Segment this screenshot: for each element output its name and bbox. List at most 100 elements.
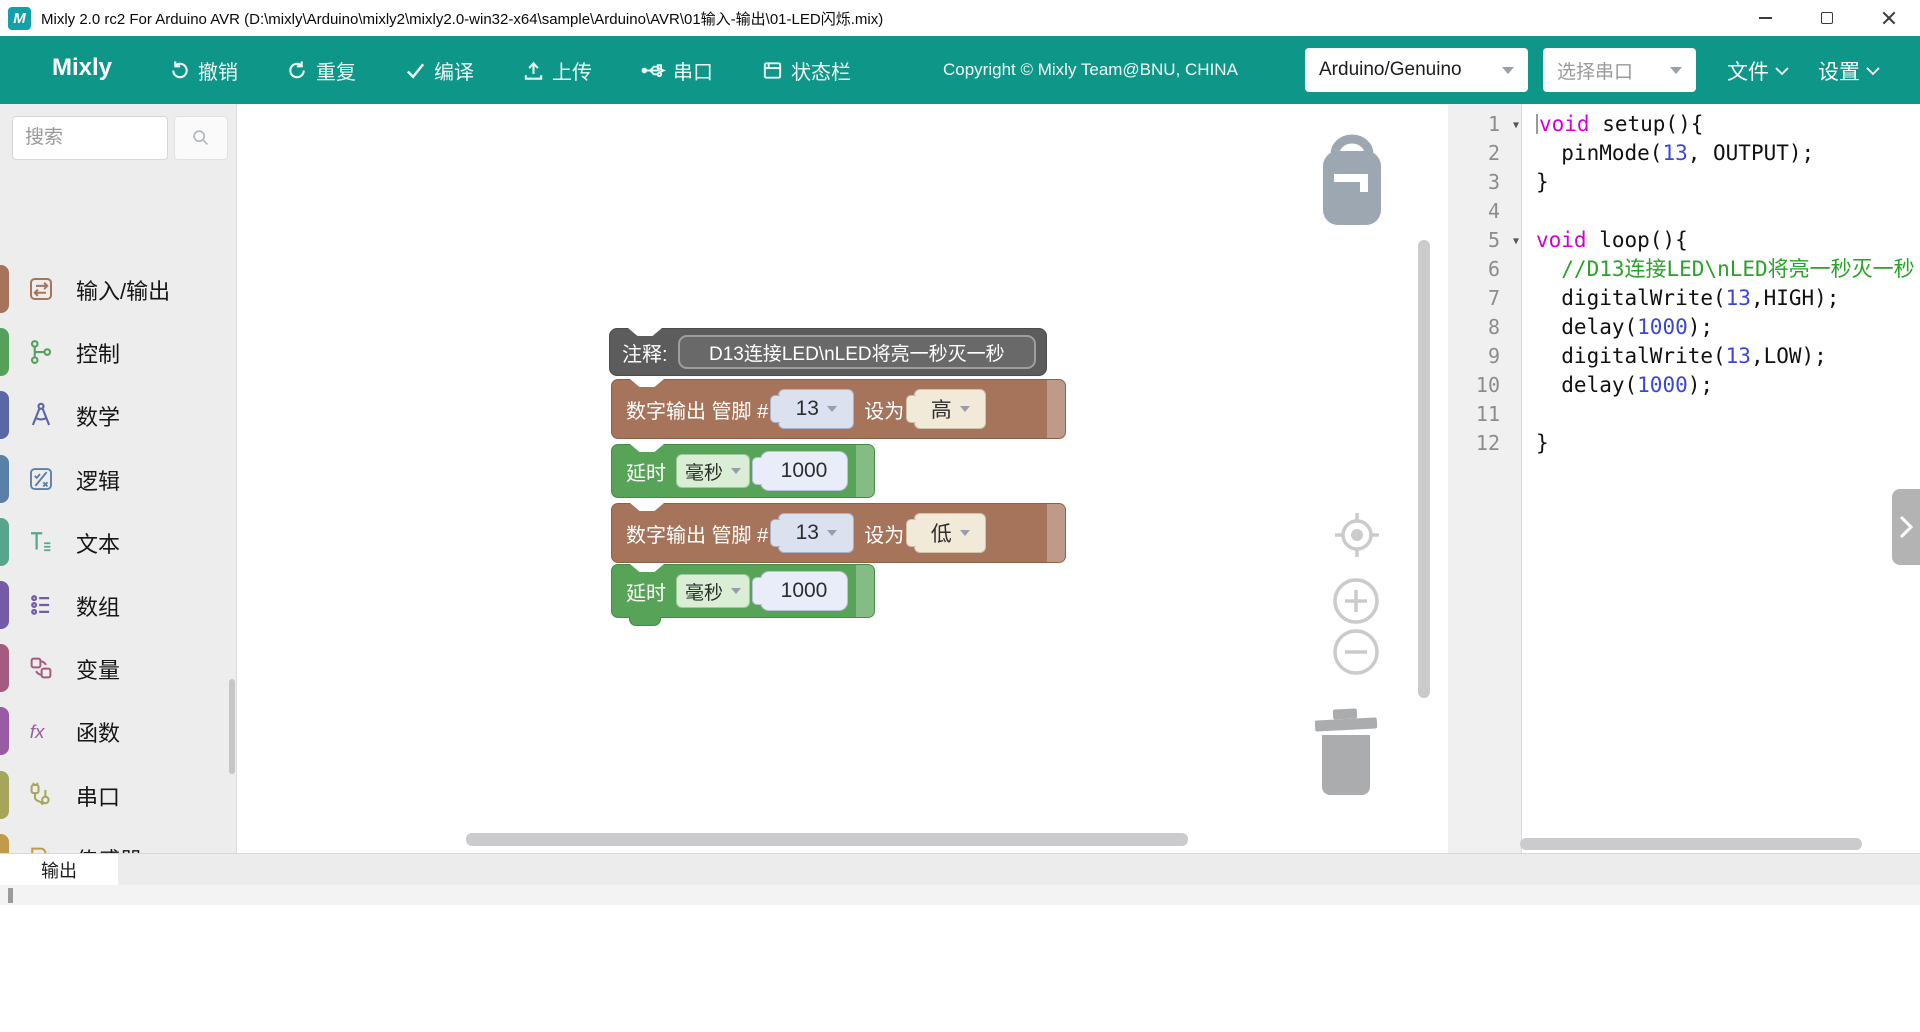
code-lines: 1▼void setup(){2 pinMode(13, OUTPUT);3}4…	[1448, 110, 1920, 458]
level-value: 低	[931, 518, 952, 548]
line-number: 12	[1448, 429, 1522, 458]
delay-block-2[interactable]: 延时 毫秒 1000	[611, 564, 875, 618]
mixly-app: { "window": { "title": "Mixly 2.0 rc2 Fo…	[0, 0, 1920, 1032]
toolbar-button-compile-check[interactable]: 编译	[404, 56, 474, 85]
minimize-icon	[1759, 17, 1772, 19]
menu-settings[interactable]: 设置	[1818, 56, 1880, 86]
title-bar: M Mixly 2.0 rc2 For Arduino AVR (D:\mixl…	[0, 0, 1920, 36]
tab-output[interactable]: 输出	[0, 854, 118, 886]
comment-block[interactable]: 注释: D13连接LED\nLED将亮一秒灭一秒	[609, 328, 1047, 376]
category-label: 数学	[76, 400, 120, 432]
trash-icon[interactable]	[1311, 705, 1381, 804]
canvas-vertical-scrollbar[interactable]	[1418, 240, 1430, 698]
sidebar-category-logic[interactable]: 逻辑	[0, 454, 236, 504]
code-horizontal-scrollbar[interactable]	[1520, 838, 1862, 850]
search-button[interactable]	[174, 116, 228, 160]
board-select[interactable]: Arduino/Genuino	[1305, 48, 1528, 92]
zoom-reset-button[interactable]	[1331, 509, 1383, 561]
code-text: digitalWrite(13,LOW);	[1522, 342, 1827, 371]
level-dropdown[interactable]: 高	[914, 389, 986, 429]
sidebar-category-function[interactable]: fx函数	[0, 706, 236, 756]
sidebar-category-inout[interactable]: 输入/输出	[0, 264, 236, 314]
comment-text-value: D13连接LED\nLED将亮一秒灭一秒	[709, 339, 1005, 366]
canvas-horizontal-scrollbar[interactable]	[466, 833, 1188, 846]
maximize-icon	[1821, 12, 1833, 24]
console-scroll-thumb[interactable]	[8, 888, 13, 903]
toolbar-button-label: 撤销	[198, 56, 238, 85]
category-color-pill	[0, 391, 9, 439]
category-color-pill	[0, 771, 9, 819]
sidebar-category-text[interactable]: 文本	[0, 517, 236, 567]
code-line-9: 9 digitalWrite(13,LOW);	[1448, 342, 1920, 371]
category-color-pill	[0, 834, 9, 853]
code-line-3: 3}	[1448, 168, 1920, 197]
digital-write-block-2[interactable]: 数字输出 管脚 # 13 设为 低	[611, 503, 1066, 563]
delay-label: 延时	[626, 577, 666, 606]
sidebar-category-control[interactable]: 控制	[0, 327, 236, 377]
sidebar-category-sensor[interactable]: 传感器	[0, 833, 236, 853]
code-line-2: 2 pinMode(13, OUTPUT);	[1448, 139, 1920, 168]
category-label: 逻辑	[76, 464, 120, 496]
line-number: 9	[1448, 342, 1522, 371]
close-button[interactable]	[1858, 0, 1920, 36]
sidebar-scrollbar[interactable]	[229, 679, 235, 774]
menu-file[interactable]: 文件	[1727, 56, 1789, 86]
block-notch	[630, 503, 664, 511]
block-notch	[630, 379, 664, 387]
digital-write-block-1[interactable]: 数字输出 管脚 # 13 设为 高	[611, 379, 1066, 439]
maximize-button[interactable]	[1796, 0, 1858, 36]
unit-dropdown[interactable]: 毫秒	[676, 454, 750, 488]
sensor-icon	[26, 843, 56, 853]
board-select-value: Arduino/Genuino	[1319, 59, 1462, 81]
search-input[interactable]	[12, 116, 168, 160]
line-number: 5▼	[1448, 226, 1522, 255]
output-console[interactable]	[0, 885, 1920, 1032]
collapse-code-panel-button[interactable]	[1892, 489, 1920, 565]
toolbar-button-statusbar[interactable]: 状态栏	[761, 56, 851, 85]
tab-output-label: 输出	[41, 857, 77, 883]
pin-dropdown[interactable]: 13	[778, 389, 854, 429]
category-label: 传感器	[76, 843, 142, 853]
toolbar-button-upload[interactable]: 上传	[522, 56, 592, 85]
logic-icon	[26, 464, 56, 494]
math-icon	[26, 400, 56, 430]
zoom-out-button[interactable]	[1332, 628, 1380, 676]
duration-field[interactable]: 1000	[760, 571, 848, 611]
sidebar-category-array[interactable]: 数组	[0, 580, 236, 630]
sidebar-category-math[interactable]: 数学	[0, 390, 236, 440]
backpack-icon[interactable]	[1320, 134, 1384, 233]
menu-file-label: 文件	[1727, 56, 1769, 86]
comment-text-field[interactable]: D13连接LED\nLED将亮一秒灭一秒	[678, 335, 1036, 369]
code-text: pinMode(13, OUTPUT);	[1522, 139, 1814, 168]
category-color-pill	[0, 265, 9, 313]
fold-caret-icon[interactable]: ▼	[1513, 111, 1519, 140]
comment-block-label: 注释:	[622, 338, 668, 367]
toolbar-button-label: 串口	[673, 56, 713, 85]
compile-check-icon	[404, 59, 427, 82]
toolbar-button-undo[interactable]: 撤销	[168, 56, 238, 85]
delay-block-1[interactable]: 延时 毫秒 1000	[611, 444, 875, 498]
value-socket	[856, 565, 874, 617]
toolbar-button-redo[interactable]: 重复	[286, 56, 356, 85]
text-icon	[26, 527, 56, 557]
zoom-in-button[interactable]	[1332, 577, 1380, 625]
sidebar-category-serial[interactable]: 串口	[0, 770, 236, 820]
code-line-10: 10 delay(1000);	[1448, 371, 1920, 400]
sidebar-category-variable[interactable]: 变量	[0, 643, 236, 693]
code-text: //D13连接LED\nLED将亮一秒灭一秒	[1522, 255, 1915, 284]
array-icon	[26, 590, 56, 620]
level-dropdown[interactable]: 低	[914, 513, 986, 553]
port-select[interactable]: 选择串口	[1543, 48, 1696, 92]
chevron-down-icon	[1670, 67, 1682, 74]
fold-caret-icon[interactable]: ▼	[1513, 227, 1519, 256]
duration-value: 1000	[781, 579, 828, 603]
chevron-right-icon	[1898, 514, 1914, 540]
minimize-button[interactable]	[1734, 0, 1796, 36]
duration-field[interactable]: 1000	[760, 451, 848, 491]
serial-icon	[26, 780, 56, 810]
dropdown-caret-icon	[827, 406, 837, 412]
toolbar-button-serial-monitor[interactable]: 串口	[640, 56, 713, 85]
undo-icon	[168, 59, 191, 82]
pin-dropdown[interactable]: 13	[778, 513, 854, 553]
unit-dropdown[interactable]: 毫秒	[676, 574, 750, 608]
